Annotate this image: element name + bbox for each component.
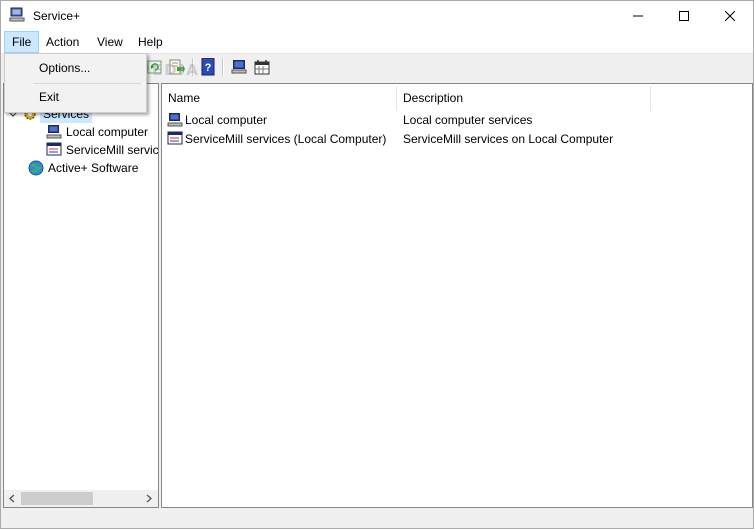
file-menu-dropdown: Options... Exit <box>4 53 147 113</box>
scroll-left-icon[interactable] <box>8 494 16 503</box>
menu-help[interactable]: Help <box>131 31 170 53</box>
tree-pane[interactable]: on Services Local computer <box>3 83 159 508</box>
minimize-icon <box>633 15 643 17</box>
calendar-icon <box>254 60 270 75</box>
list-item-name: ServiceMill services (Local Computer) <box>185 132 387 146</box>
computer-button[interactable] <box>230 58 248 76</box>
scrollbar-thumb[interactable] <box>21 492 93 505</box>
svg-text:?: ? <box>205 62 212 74</box>
status-bar <box>1 508 753 528</box>
title-bar: Service+ <box>1 1 753 31</box>
list-item-name: Local computer <box>185 113 268 127</box>
service-window-icon <box>46 142 62 156</box>
list-item-description: ServiceMill services on Local Computer <box>403 132 614 146</box>
close-button[interactable] <box>707 1 753 31</box>
help-book-icon: ? <box>201 58 215 76</box>
tree-label-active-software: Active+ Software <box>48 161 139 175</box>
menu-item-options[interactable]: Options... <box>5 57 146 79</box>
menu-file[interactable]: File <box>4 31 40 53</box>
computer-icon <box>46 125 62 139</box>
list-pane[interactable]: Name Description Local computer Local co… <box>161 83 753 508</box>
globe-icon <box>28 160 44 176</box>
menu-item-exit[interactable]: Exit <box>5 86 146 108</box>
minimize-button[interactable] <box>615 1 661 31</box>
window-title: Service+ <box>33 9 81 23</box>
help-button[interactable]: ? <box>199 58 217 76</box>
list-item-description: Local computer services <box>403 113 533 127</box>
menu-separator <box>33 83 141 84</box>
app-computer-icon <box>9 7 25 23</box>
app-window: Service+ File Action View Help ? Service… <box>0 0 754 529</box>
menu-action[interactable]: Action <box>39 31 86 53</box>
toolbar-separator <box>222 58 224 76</box>
tree-horizontal-scrollbar[interactable] <box>4 490 158 507</box>
computer-icon <box>167 113 183 127</box>
tree-label-local-computer: Local computer <box>66 125 149 139</box>
menu-view[interactable]: View <box>90 31 130 53</box>
service-window-icon <box>167 131 183 145</box>
maximize-icon <box>679 11 689 21</box>
menu-bar: File Action View Help <box>1 31 753 54</box>
column-header-description[interactable]: Description <box>397 86 651 111</box>
maximize-button[interactable] <box>661 1 707 31</box>
close-icon <box>725 11 735 21</box>
column-header-name[interactable]: Name <box>162 86 397 111</box>
scroll-right-icon[interactable] <box>145 494 153 503</box>
tree-label-servicemill: ServiceMill servic <box>66 143 159 157</box>
computer-icon <box>231 60 247 74</box>
schedule-button[interactable] <box>253 58 271 76</box>
